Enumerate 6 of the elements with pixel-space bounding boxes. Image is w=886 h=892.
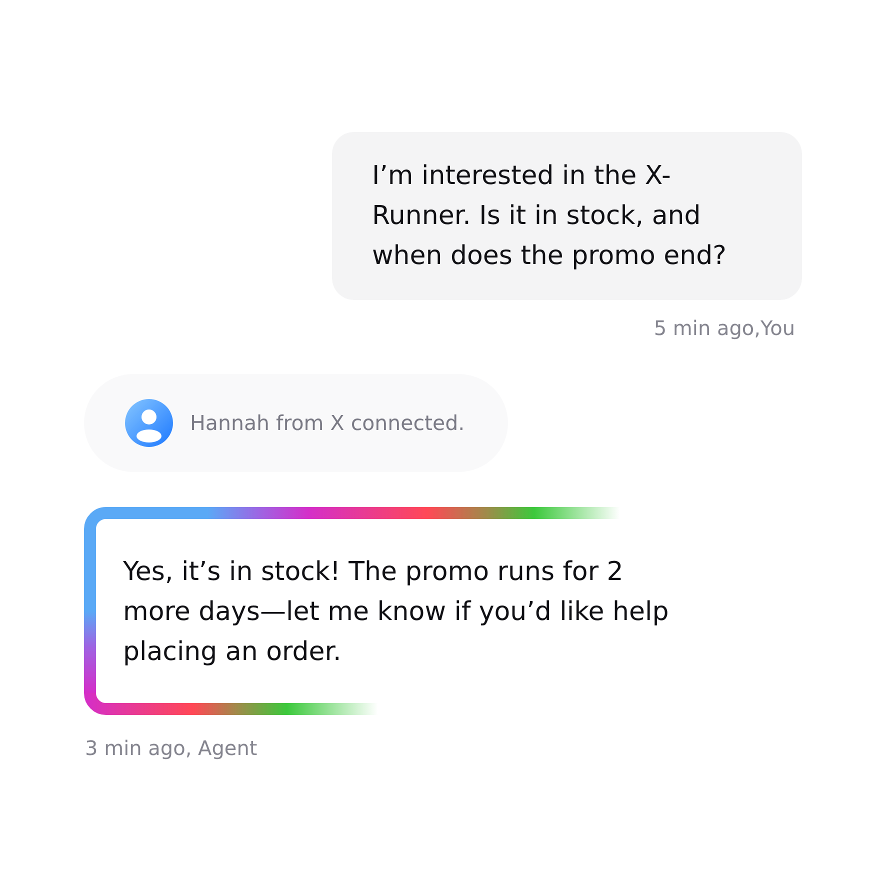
- message-bubble: I’m interested in the X-Runner. Is it in stock, and when does the promo end?: [332, 132, 802, 300]
- timestamp: 3 min ago, Agent: [85, 736, 258, 760]
- notice-text: Hannah from X connected.: [190, 411, 465, 435]
- message-text: Yes, it’s in stock! The promo runs for 2 more days—let me know if you’d like help placing an order.: [123, 556, 670, 669]
- timestamp: 5 min ago,You: [654, 316, 795, 340]
- avatar-icon: [125, 399, 173, 447]
